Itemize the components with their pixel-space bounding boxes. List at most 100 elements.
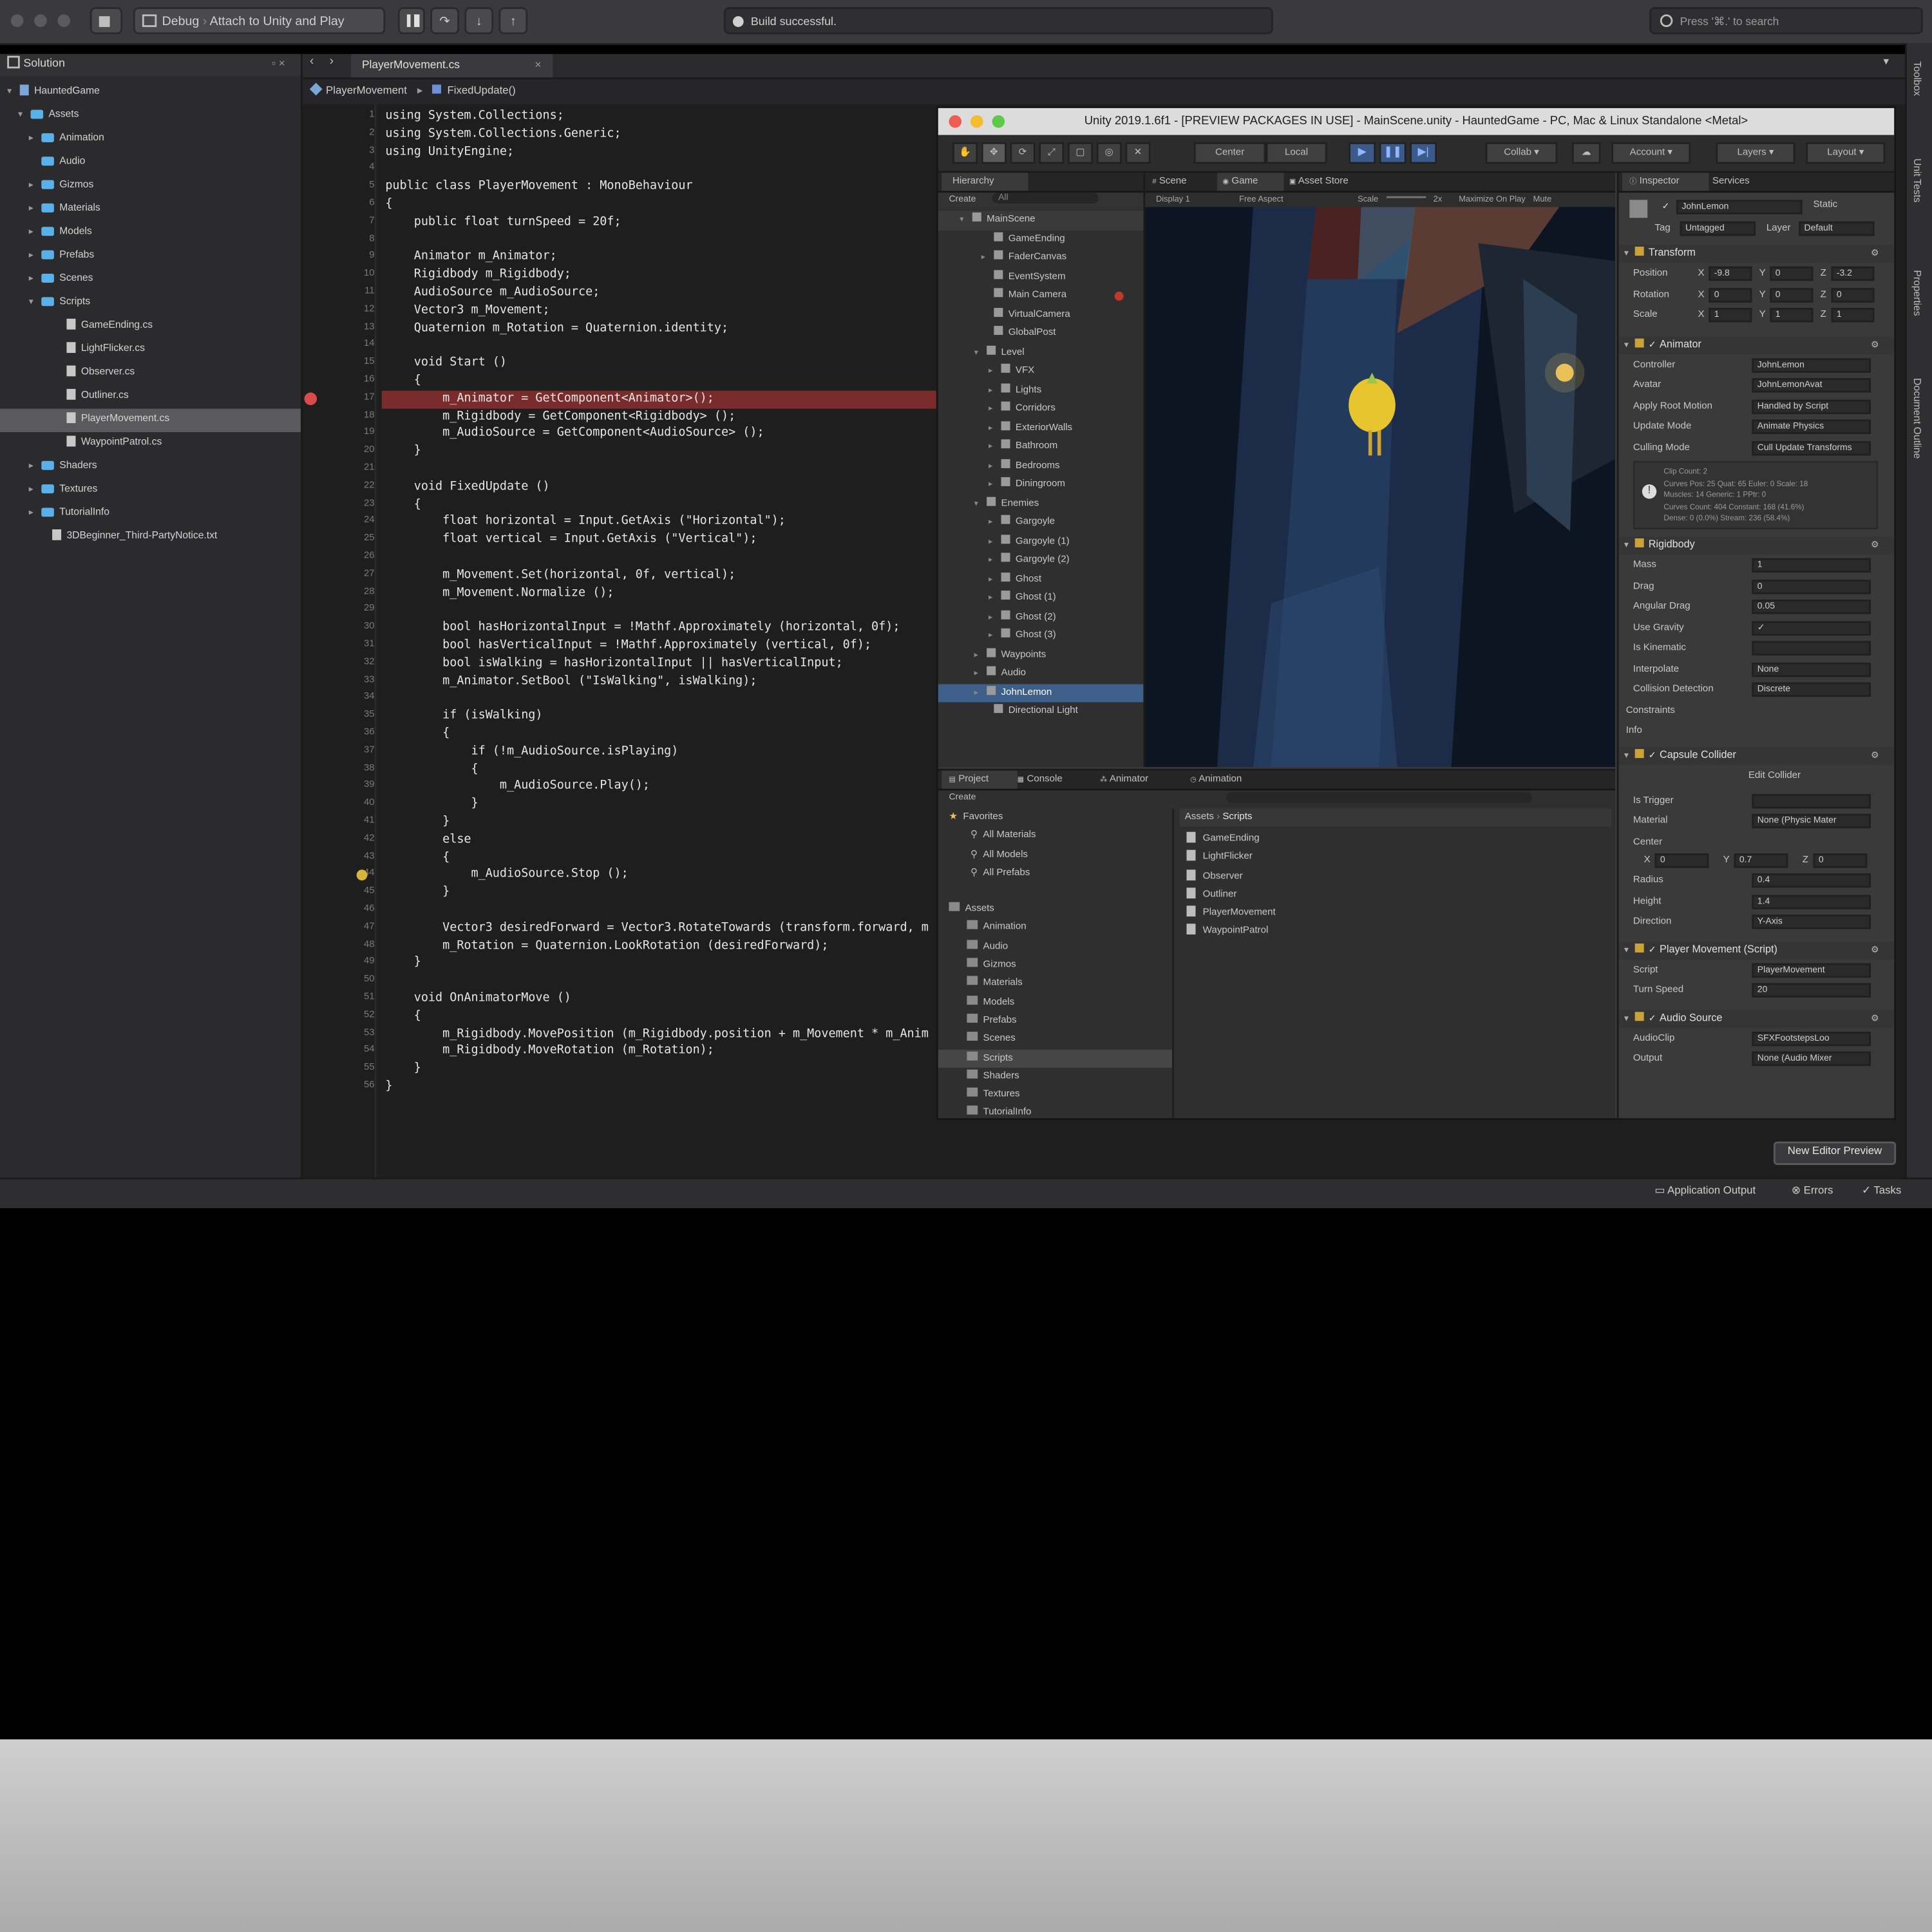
chevron-icon[interactable]: ▸ (989, 400, 1001, 419)
position-z-field[interactable]: -3.2 (1831, 266, 1875, 281)
constraints-foldout[interactable]: Constraints (1626, 703, 1675, 719)
hierarchy-item[interactable]: ▸ Ghost (938, 570, 1144, 589)
asset-folder[interactable]: Audio (938, 938, 1172, 956)
rigidbody-field-value[interactable]: None (1752, 661, 1871, 676)
hierarchy-item[interactable]: ▸ ExteriorWalls (938, 419, 1144, 437)
code-line[interactable]: } (385, 955, 421, 972)
rigidbody-field-value[interactable]: 0 (1752, 578, 1871, 594)
tab-console[interactable]: ▦ Console (1018, 771, 1086, 789)
tab-animation[interactable]: ◷ Animation (1190, 771, 1280, 789)
tab-scene[interactable]: # Scene (1152, 173, 1213, 191)
animator-field-value[interactable]: Handled by Script (1752, 399, 1871, 413)
capsule-collider-enabled-checkbox[interactable]: ✓ (1649, 750, 1656, 761)
capsule-collider-component-header[interactable]: ▾ ✓ Capsule Collider ⚙ (1618, 746, 1895, 764)
rotation-y-field[interactable]: 0 (1770, 287, 1814, 302)
code-line[interactable]: m_Animator.SetBool ("IsWalking", isWalki… (385, 673, 757, 690)
project-create-button[interactable]: Create (949, 792, 976, 803)
rigidbody-field-value[interactable]: ✓ (1752, 620, 1871, 635)
chevron-icon[interactable]: ▸ (989, 457, 1001, 475)
rigidbody-field-value[interactable] (1752, 641, 1871, 656)
hierarchy-item[interactable]: ▸ Ghost (1) (938, 589, 1144, 607)
chevron-icon[interactable]: ▸ (989, 551, 1001, 570)
asset-folder[interactable]: Materials (938, 975, 1172, 994)
script-asset[interactable]: GameEnding (1186, 830, 1600, 849)
chevron-icon[interactable]: ▸ (989, 419, 1001, 437)
chevron-icon[interactable]: ▸ (989, 381, 1001, 399)
animator-settings-icon[interactable]: ⚙ (1871, 336, 1879, 354)
chevron-icon[interactable]: ▸ (974, 683, 987, 702)
asset-folder[interactable]: Scripts (938, 1048, 1173, 1068)
code-line[interactable]: public float turnSpeed = 20f; (385, 214, 621, 231)
center-axis-field[interactable]: 0 (1654, 852, 1709, 867)
scale-tool-button[interactable]: ⤢ (1039, 142, 1065, 164)
favorite-item[interactable]: ⚲ All Prefabs (938, 864, 1172, 883)
chevron-down-icon[interactable]: ▾ (1624, 249, 1629, 260)
code-line[interactable]: float vertical = Input.GetAxis ("Vertica… (385, 531, 757, 549)
script-asset[interactable]: LightFlicker (1186, 849, 1600, 867)
rail-unit-tests[interactable]: Unit Tests (1910, 158, 1921, 202)
code-line[interactable]: } (385, 884, 450, 902)
tab-inspector[interactable]: ⓘ Inspector (1622, 173, 1709, 191)
audio-source-field-value[interactable]: None (Audio Mixer (1752, 1051, 1871, 1066)
assets-root[interactable]: Assets (938, 900, 1172, 919)
code-line[interactable]: if (!m_AudioSource.isPlaying) (385, 743, 678, 761)
capsule-field-value[interactable]: 1.4 (1752, 894, 1871, 909)
code-line[interactable]: Animator m_Animator; (385, 249, 557, 267)
path-assets[interactable]: Assets (1185, 812, 1214, 823)
asset-folder[interactable]: TutorialInfo (938, 1104, 1172, 1118)
tasks-button[interactable]: ✓ Tasks (1862, 1183, 1901, 1201)
asset-folder[interactable]: Animation (938, 919, 1172, 938)
player-movement-field-value[interactable]: PlayerMovement (1752, 962, 1871, 977)
asset-folder[interactable]: Textures (938, 1086, 1172, 1104)
edit-collider-button[interactable]: Edit Collider (1748, 768, 1801, 784)
rect-tool-button[interactable]: ▢ (1067, 142, 1094, 164)
hierarchy-item[interactable]: ▸ Lights (938, 381, 1144, 399)
hierarchy-item[interactable]: ▸ Gargoyle (938, 513, 1144, 532)
code-line[interactable]: public class PlayerMovement : MonoBehavi… (385, 178, 692, 196)
capsule-field-value[interactable]: Y-Axis (1752, 914, 1871, 929)
code-line[interactable]: { (385, 849, 450, 867)
code-line[interactable]: bool hasHorizontalInput = !Mathf.Approxi… (385, 620, 900, 637)
chevron-down-icon[interactable]: ▾ (1624, 1013, 1629, 1024)
chevron-icon[interactable]: ▾ (974, 494, 987, 513)
unity-minimize-button[interactable] (970, 115, 983, 128)
animator-field-value[interactable]: Cull Update Transforms (1752, 440, 1871, 455)
layer-dropdown[interactable]: Default (1799, 221, 1875, 236)
code-line[interactable]: Rigidbody m_Rigidbody; (385, 267, 571, 284)
code-line[interactable]: AudioSource m_AudioSource; (385, 285, 600, 302)
code-line[interactable]: { (385, 1008, 421, 1025)
layers-dropdown[interactable]: Layers ▾ (1716, 142, 1795, 164)
asset-folder[interactable]: Models (938, 993, 1172, 1012)
chevron-icon[interactable]: ▸ (989, 513, 1001, 532)
code-line[interactable]: m_Rigidbody = GetComponent<Rigidbody> ()… (385, 408, 735, 426)
capsule-field-value[interactable]: None (Physic Mater (1752, 813, 1871, 829)
chevron-icon[interactable]: ▸ (974, 645, 987, 664)
chevron-icon[interactable]: ▸ (989, 589, 1001, 607)
breakpoint-icon[interactable] (304, 393, 317, 406)
code-line[interactable]: bool isWalking = hasHorizontalInput || h… (385, 655, 843, 672)
code-line[interactable]: Vector3 desiredForward = Vector3.RotateT… (385, 920, 929, 937)
asset-folder[interactable]: Prefabs (938, 1012, 1172, 1030)
asset-folder[interactable]: Scenes (938, 1030, 1172, 1049)
hierarchy-item[interactable]: ▸ Diningroom (938, 475, 1144, 494)
script-asset[interactable]: Observer (1186, 867, 1600, 886)
pivot-center-toggle[interactable]: Center (1193, 142, 1266, 164)
rail-toolbox[interactable]: Toolbox (1910, 61, 1921, 96)
active-checkbox[interactable]: ✓ (1662, 202, 1670, 213)
center-axis-field[interactable]: 0 (1813, 852, 1868, 867)
hierarchy-item[interactable]: ▸ Ghost (2) (938, 608, 1144, 627)
hierarchy-item[interactable]: ▾ Level (938, 343, 1144, 362)
hierarchy-item[interactable]: ▸ Bathroom (938, 437, 1144, 456)
code-line[interactable]: m_AudioSource.Stop (); (385, 867, 628, 884)
script-asset[interactable]: WaypointPatrol (1186, 923, 1600, 942)
pivot-local-toggle[interactable]: Local (1265, 142, 1327, 164)
chevron-down-icon[interactable]: ▾ (1624, 339, 1629, 350)
chevron-icon[interactable]: ▸ (974, 665, 987, 683)
aspect-dropdown[interactable]: Free Aspect (1239, 194, 1283, 204)
chevron-down-icon[interactable]: ▾ (1624, 944, 1629, 955)
hierarchy-create-button[interactable]: Create (949, 194, 976, 205)
code-line[interactable]: { (385, 726, 450, 743)
code-line[interactable]: float horizontal = Input.GetAxis ("Horiz… (385, 514, 786, 531)
script-asset[interactable]: Outliner (1186, 886, 1600, 904)
tab-project[interactable]: ▤ Project (942, 770, 1018, 789)
